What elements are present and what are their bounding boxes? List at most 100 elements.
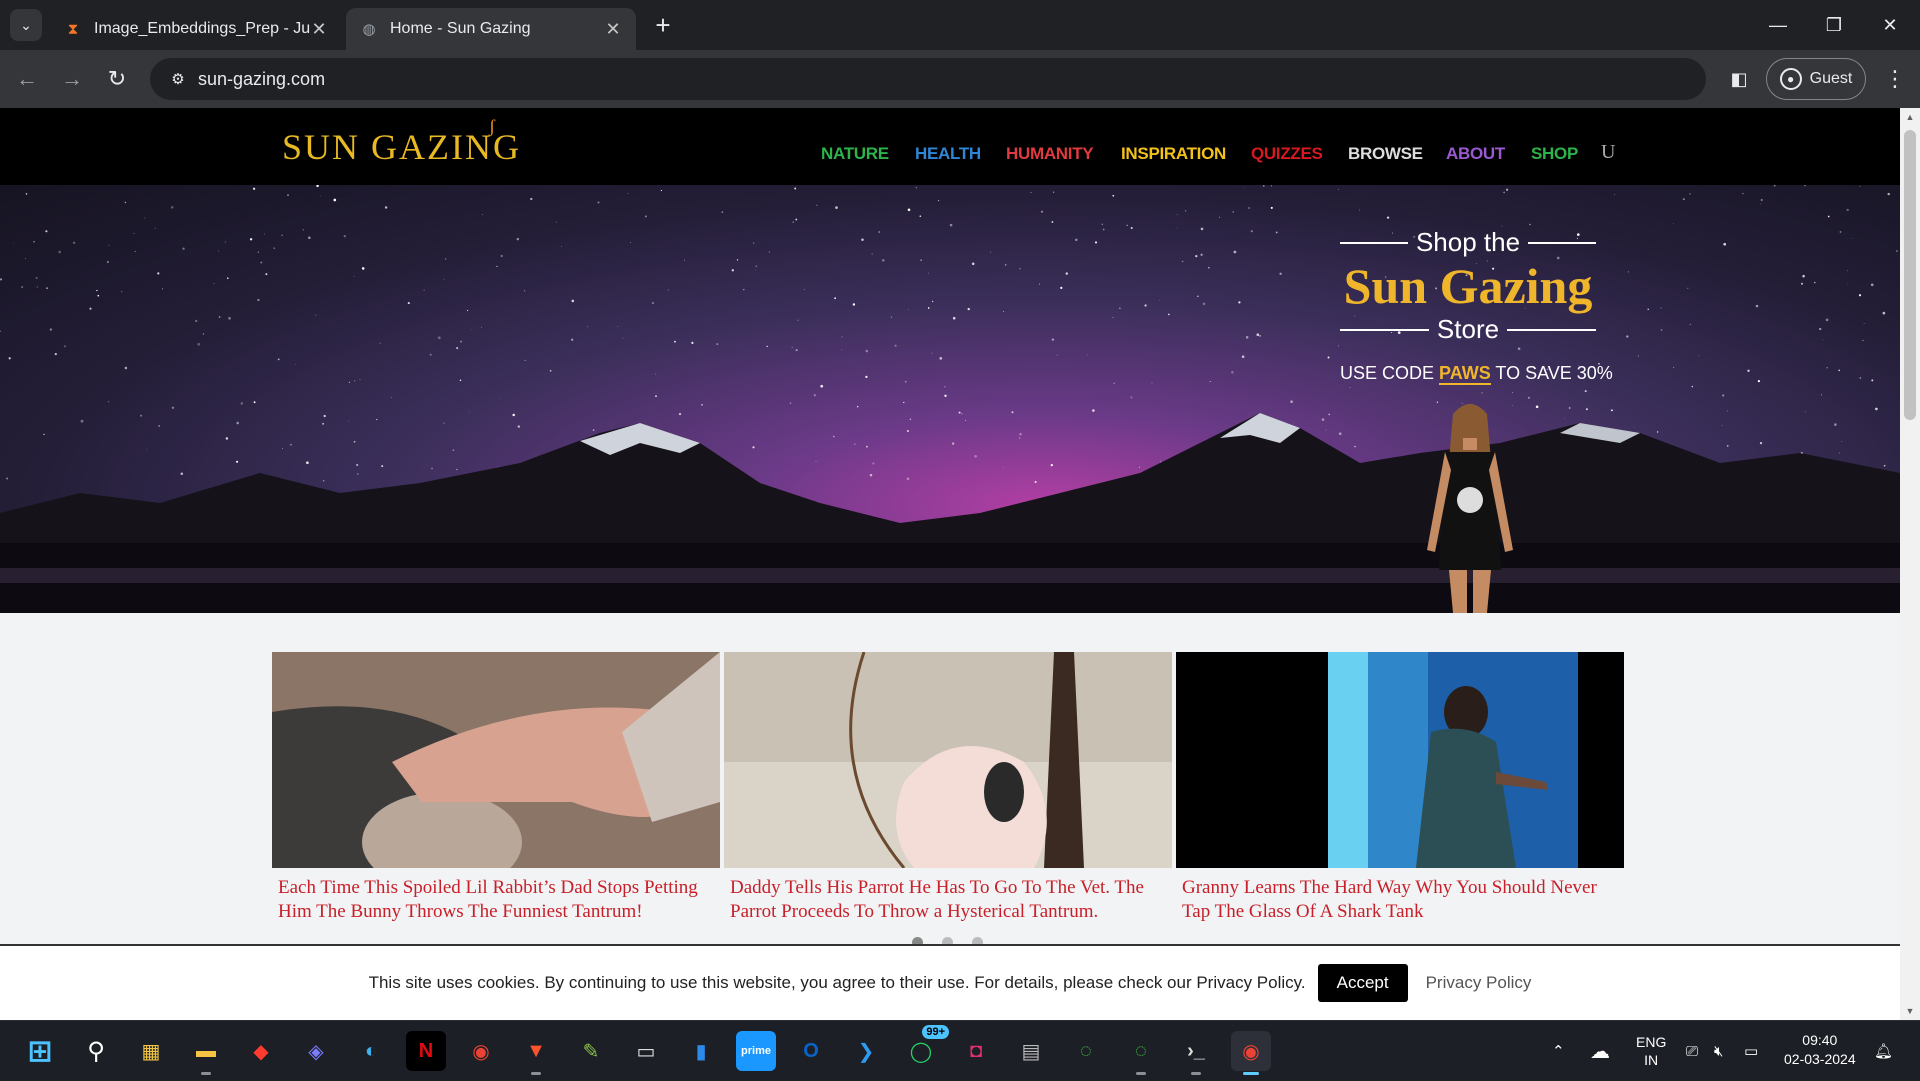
scroll-down-icon[interactable]: ▼: [1904, 1006, 1916, 1016]
show-hidden-icons[interactable]: ⌃: [1552, 1021, 1565, 1081]
accept-cookies-button[interactable]: Accept: [1317, 964, 1408, 1002]
new-tab-button[interactable]: +: [648, 10, 678, 40]
flame-icon: ʃ: [489, 116, 497, 136]
menu-button[interactable]: ⋮: [1878, 62, 1912, 96]
article-caption[interactable]: Each Time This Spoiled Lil Rabbit’s Dad …: [272, 876, 720, 924]
site-info-icon[interactable]: ⚙: [158, 70, 198, 88]
close-window-button[interactable]: ✕: [1862, 8, 1918, 42]
promo-code-value: PAWS: [1439, 363, 1491, 385]
file-explorer-icon[interactable]: ▬: [186, 1031, 226, 1075]
logo-text: SUN GAZING: [282, 127, 521, 167]
store-icon[interactable]: ▦: [131, 1031, 171, 1071]
nav-inspiration[interactable]: INSPIRATION: [1121, 144, 1226, 164]
nav-about[interactable]: ABOUT: [1446, 144, 1505, 164]
reload-button[interactable]: ↻: [100, 62, 134, 96]
chrome-icon-active[interactable]: ◉: [1231, 1031, 1271, 1075]
copilot-icon[interactable]: ◈: [296, 1031, 336, 1071]
promo-brand: Sun Gazing: [1343, 258, 1593, 314]
promo-shop-the: Shop the: [1340, 227, 1596, 258]
close-tab-icon[interactable]: ✕: [604, 19, 622, 40]
start-icon[interactable]: ⊞: [20, 1031, 60, 1071]
onedrive-icon[interactable]: ☁: [1590, 1021, 1610, 1081]
battery-icon[interactable]: ▭: [1744, 1021, 1758, 1081]
instagram-icon[interactable]: ◘: [956, 1031, 996, 1071]
nav-shop[interactable]: SHOP: [1531, 144, 1578, 164]
profile-button[interactable]: ● Guest: [1766, 58, 1866, 100]
restore-button[interactable]: ❐: [1806, 8, 1862, 42]
article-caption[interactable]: Granny Learns The Hard Way Why You Shoul…: [1176, 876, 1624, 924]
page-scrollbar[interactable]: ▲ ▼: [1900, 108, 1920, 1020]
site-header: SUN GAZING ʃ NATURE HEALTH HUMANITY INSP…: [0, 108, 1900, 185]
browser-tab-bar: ⌄ ⧗ Image_Embeddings_Prep - Jupy ✕ ◍ Hom…: [0, 0, 1920, 50]
notepad-icon[interactable]: ✎: [571, 1031, 611, 1071]
address-bar[interactable]: ⚙ sun-gazing.com: [150, 58, 1706, 100]
article-caption[interactable]: Daddy Tells His Parrot He Has To Go To T…: [724, 876, 1172, 924]
tab-title: Home - Sun Gazing: [390, 20, 531, 37]
tab-sun-gazing[interactable]: ◍ Home - Sun Gazing ✕: [346, 8, 636, 50]
article-thumbnail[interactable]: [724, 652, 1172, 868]
nav-nature[interactable]: NATURE: [821, 144, 889, 164]
tab-search-button[interactable]: ⌄: [10, 9, 42, 41]
netflix-icon[interactable]: N: [406, 1031, 446, 1071]
article-card[interactable]: Each Time This Spoiled Lil Rabbit’s Dad …: [272, 652, 720, 924]
terminal-icon[interactable]: ▭: [626, 1031, 666, 1071]
spinner-icon[interactable]: ◌: [1066, 1031, 1106, 1071]
person-icon: ●: [1779, 68, 1802, 90]
forward-button[interactable]: →: [55, 62, 89, 96]
nav-browse[interactable]: BROWSE: [1348, 144, 1423, 164]
edge-icon[interactable]: ◐: [351, 1031, 391, 1071]
scrollbar-thumb[interactable]: [1904, 130, 1916, 420]
article-thumbnail[interactable]: [1176, 652, 1624, 868]
user-icon[interactable]: U: [1601, 141, 1615, 164]
article-card[interactable]: Granny Learns The Hard Way Why You Shoul…: [1176, 652, 1624, 924]
hero-banner[interactable]: Shop the Sun Gazing Store USE CODE PAWS …: [0, 185, 1900, 613]
spinner-icon-2[interactable]: ◌: [1121, 1031, 1161, 1075]
network-icon[interactable]: ⎚: [1686, 1021, 1698, 1081]
site-logo[interactable]: SUN GAZING ʃ: [282, 116, 521, 168]
web-page: SUN GAZING ʃ NATURE HEALTH HUMANITY INSP…: [0, 108, 1900, 1020]
promo-store: Store: [1340, 314, 1596, 345]
side-panel-button[interactable]: ◧: [1722, 62, 1756, 96]
close-tab-icon[interactable]: ✕: [310, 19, 328, 40]
article-thumbnail[interactable]: [272, 652, 720, 868]
chrome-icon[interactable]: ◉: [461, 1031, 501, 1071]
region-text: IN: [1644, 1052, 1659, 1068]
taskbar: ⊞ ⚲ ▦ ▬ ◆ ◈ ◐ N ◉ ▼ ✎ ▭ ▮ prime O ❯ ◯ 99+…: [0, 1020, 1920, 1080]
article-carousel: Each Time This Spoiled Lil Rabbit’s Dad …: [272, 652, 1628, 922]
prime-video-icon[interactable]: prime: [736, 1031, 776, 1071]
app-blue-icon[interactable]: ▮: [681, 1031, 721, 1071]
app-red-icon[interactable]: ◆: [241, 1031, 281, 1071]
language-indicator[interactable]: ENG IN: [1636, 1021, 1666, 1081]
nav-humanity[interactable]: HUMANITY: [1006, 144, 1094, 164]
scroll-up-icon[interactable]: ▲: [1904, 112, 1916, 122]
notification-bell-icon[interactable]: 🔔︎: [1874, 1021, 1893, 1081]
promo-shop-the-text: Shop the: [1415, 227, 1521, 257]
clock[interactable]: 09:40 02-03-2024: [1784, 1031, 1856, 1069]
search-icon[interactable]: ⚲: [76, 1031, 116, 1071]
vscode-icon[interactable]: ❯: [846, 1031, 886, 1071]
promo-code-suffix: TO SAVE 30%: [1495, 363, 1613, 383]
volume-muted-icon[interactable]: 🔇︎: [1714, 1021, 1723, 1081]
nav-health[interactable]: HEALTH: [915, 144, 981, 164]
browser-toolbar: ← → ↻ ⚙ sun-gazing.com ◧ ● Guest ⋮: [0, 50, 1920, 108]
app-window-icon[interactable]: ▤: [1011, 1031, 1051, 1071]
minimize-button[interactable]: —: [1750, 8, 1806, 42]
language-text: ENG: [1636, 1034, 1667, 1050]
brave-icon[interactable]: ▼: [516, 1031, 556, 1075]
nav-quizzes[interactable]: QUIZZES: [1251, 144, 1323, 164]
privacy-policy-link[interactable]: Privacy Policy: [1426, 973, 1532, 993]
outlook-icon[interactable]: O: [791, 1031, 831, 1071]
clock-date: 02-03-2024: [1784, 1051, 1856, 1067]
tab-jupyter[interactable]: ⧗ Image_Embeddings_Prep - Jupy ✕: [50, 8, 342, 50]
profile-label: Guest: [1809, 70, 1853, 87]
promo-code-prefix: USE CODE: [1340, 363, 1435, 383]
whatsapp-badge: 99+: [922, 1025, 949, 1039]
hourglass-icon: ⧗: [67, 20, 79, 38]
back-button[interactable]: ←: [10, 62, 44, 96]
terminal-icon-2[interactable]: ›_: [1176, 1031, 1216, 1075]
promo-code: USE CODE PAWS TO SAVE 30%: [1340, 363, 1613, 385]
whatsapp-icon[interactable]: ◯ 99+: [901, 1025, 949, 1071]
article-card[interactable]: Daddy Tells His Parrot He Has To Go To T…: [724, 652, 1172, 924]
mountain-silhouette: [0, 413, 1900, 613]
shop-promo[interactable]: Shop the Sun Gazing Store USE CODE PAWS …: [1340, 227, 1613, 385]
